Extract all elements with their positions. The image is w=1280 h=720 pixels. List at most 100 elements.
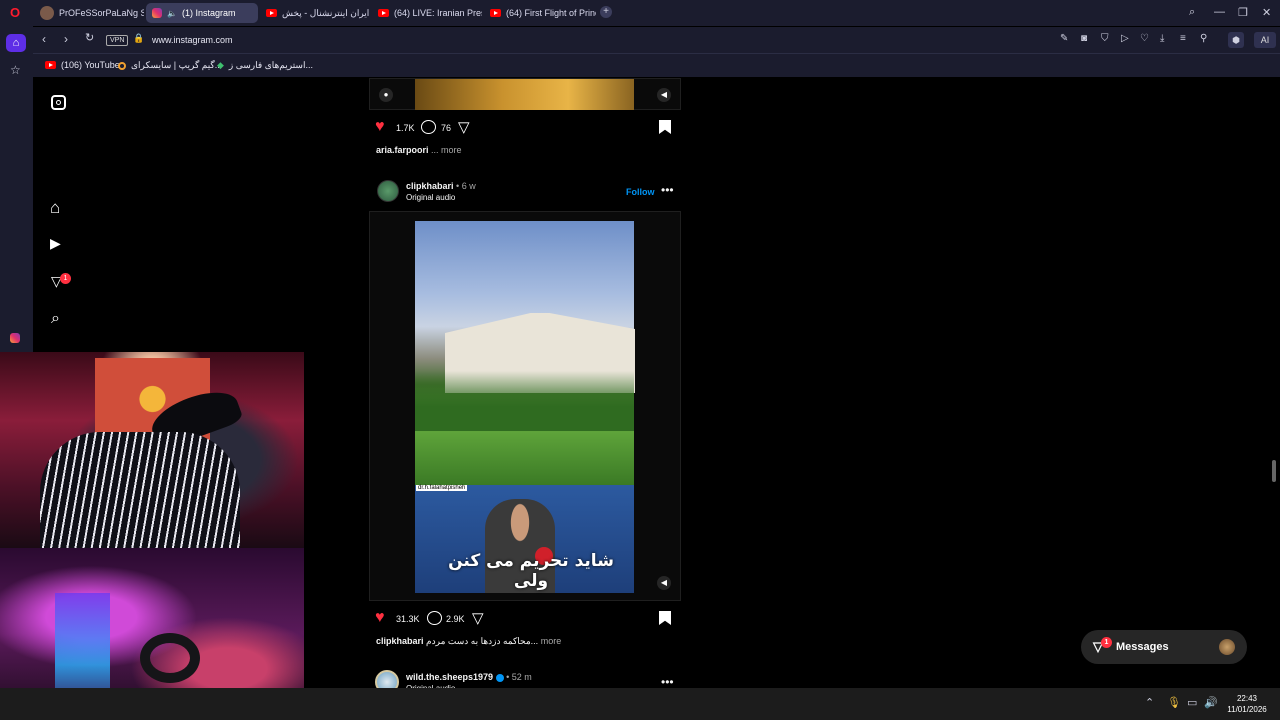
tab-label: (64) First Flight of Prince R [506, 8, 596, 18]
instagram-shortcut-icon[interactable] [10, 332, 20, 346]
ai-button[interactable]: AI [1254, 32, 1276, 48]
reload-icon[interactable]: ↻ [85, 33, 94, 44]
bookmarks-bar: (106) YouTube گیم گریپ | سایسکرای... ◆ ا… [33, 53, 1280, 77]
search-icon[interactable]: ⌕ [51, 311, 60, 327]
download-icon[interactable]: ⤓ [1160, 34, 1164, 44]
tab-label: (64) LIVE: Iranian Presiden [394, 8, 482, 18]
video-tag: dr.h.falahatpisheh [416, 485, 468, 491]
chevron-up-icon[interactable]: ⌃ [1145, 698, 1154, 709]
headphones-image [140, 633, 200, 683]
menu-icon[interactable]: ≡ [1180, 34, 1186, 44]
clock-time[interactable]: 22:43 [1227, 694, 1267, 703]
messages-label: Messages [1116, 641, 1169, 653]
url-field[interactable]: www.instagram.com [152, 35, 233, 45]
more-link[interactable]: ... more [431, 145, 462, 155]
home-icon[interactable]: ⌂ [50, 199, 60, 216]
reels-icon[interactable]: ▶ [50, 236, 61, 250]
minimize-icon[interactable]: — [1214, 6, 1225, 18]
caption-username[interactable]: clipkhabari [376, 636, 424, 646]
webcam-overlay [0, 352, 304, 720]
instagram-logo-icon[interactable] [51, 95, 66, 110]
save-icon[interactable] [659, 611, 671, 625]
browser-tab-bar: O PrOFeSSorPaLaNg Stream 🔈 (1) Instagram… [0, 0, 1280, 26]
bookmark-persian-streams[interactable]: ◆ استریم‌های فارسی ز... [217, 60, 313, 71]
bookmark-gamegrip[interactable]: گیم گریپ | سایسکرای... [118, 60, 222, 71]
tab-label: (1) Instagram [181, 8, 236, 18]
avatar[interactable] [377, 180, 399, 202]
opera-logo-icon[interactable]: O [10, 6, 20, 19]
caption-username[interactable]: aria.farpoori [376, 145, 429, 155]
heart-icon[interactable]: ♡ [1140, 34, 1149, 44]
comment-icon[interactable] [421, 120, 436, 134]
camera-icon[interactable]: ◙ [1081, 34, 1087, 44]
tab-first-flight[interactable]: (64) First Flight of Prince R [484, 3, 596, 23]
post-username[interactable]: wild.the.sheeps1979 [406, 672, 493, 682]
tab-stream[interactable]: PrOFeSSorPaLaNg Stream [34, 3, 144, 23]
back-icon[interactable]: ‹ [42, 33, 46, 45]
home-icon[interactable]: ⌂ [6, 34, 26, 52]
video-frame [415, 79, 634, 110]
tab-live-iranian[interactable]: (64) LIVE: Iranian Presiden [372, 3, 482, 23]
forward-icon[interactable]: › [64, 33, 68, 45]
bookmark-label: (106) YouTube [61, 60, 120, 70]
close-icon[interactable]: ✕ [1262, 6, 1271, 19]
like-icon[interactable]: ♥ [375, 609, 385, 627]
more-link[interactable]: more [541, 636, 562, 646]
like-count: 31.3K [396, 614, 420, 624]
youtube-icon [45, 61, 56, 69]
youtube-icon [378, 9, 389, 17]
tab-iran-international[interactable]: ایران اینترنشنال - پخش [260, 3, 370, 23]
instagram-icon [152, 8, 162, 18]
messages-badge: 1 [1101, 637, 1112, 648]
vpn-badge[interactable]: VPN [106, 35, 129, 46]
share-icon[interactable]: ▽ [472, 609, 484, 627]
youtube-icon [490, 9, 501, 17]
scrollbar-thumb[interactable] [1272, 460, 1276, 482]
comment-count: 2.9K [446, 614, 465, 624]
tab-label: ایران اینترنشنال - پخش [282, 7, 370, 18]
messages-button[interactable]: ▽ 1 Messages [1081, 630, 1247, 664]
share-icon[interactable]: ▽ [458, 118, 470, 136]
shield-icon[interactable]: ⛉ [1101, 34, 1109, 44]
palm-image [415, 371, 634, 431]
notification-badge: 1 [60, 273, 71, 284]
like-icon[interactable]: ♥ [375, 118, 385, 136]
youtube-icon [266, 9, 277, 17]
volume-icon[interactable]: 🔊 [1204, 698, 1218, 709]
post-username[interactable]: clipkhabari [406, 181, 454, 191]
person-image [40, 432, 240, 548]
address-bar: ‹ › ↻ VPN 🔒 www.instagram.com ✎ ◙ ⛉ ▷ ♡ … [30, 27, 1280, 53]
post3-header: wild.the.sheeps1979 • 52 m [406, 672, 532, 682]
edit-icon[interactable]: ✎ [1060, 34, 1068, 44]
mute-icon[interactable]: ◀ [657, 88, 671, 102]
more-options-icon[interactable]: ••• [661, 183, 674, 197]
avatar [40, 6, 54, 20]
comment-count: 76 [441, 123, 452, 133]
network-icon[interactable]: ▭ [1187, 698, 1197, 709]
new-tab-icon[interactable]: + [600, 6, 612, 18]
follow-button[interactable]: Follow [626, 187, 655, 197]
tab-instagram[interactable]: 🔈 (1) Instagram [146, 3, 258, 23]
taskbar: ⌃ 🎙 ▭ 🔊 22:43 11/01/2026 [0, 688, 1280, 720]
comment-icon[interactable] [427, 611, 442, 625]
clock-date[interactable]: 11/01/2026 [1222, 705, 1272, 714]
play-icon[interactable]: ▷ [1121, 34, 1129, 44]
user-tag-icon[interactable]: ● [379, 88, 393, 102]
extension-icon[interactable]: ⬢ [1228, 32, 1244, 48]
more-options-icon[interactable]: ••• [661, 675, 674, 689]
star-icon[interactable]: ☆ [10, 64, 21, 76]
diamond-icon: ◆ [217, 60, 224, 70]
post2-video[interactable]: dr.h.falahatpisheh شاید تحریم می کنن ولی… [369, 211, 681, 601]
maximize-icon[interactable]: ❐ [1238, 6, 1248, 19]
post1-video[interactable]: ● ◀ [369, 78, 681, 110]
post-time: • 6 w [456, 181, 476, 191]
bookmark-youtube[interactable]: (106) YouTube [45, 60, 120, 70]
microphone-icon[interactable]: 🎙 [1167, 698, 1181, 709]
post-audio[interactable]: Original audio [406, 193, 455, 202]
mute-icon[interactable]: ◀ [657, 576, 671, 590]
avatar [1219, 639, 1235, 655]
search-tabs-icon[interactable]: ⌕ [1189, 6, 1195, 19]
profile-icon[interactable]: ⚲ [1200, 34, 1207, 44]
speaker-icon[interactable]: 🔈 [167, 9, 177, 18]
save-icon[interactable] [659, 120, 671, 134]
